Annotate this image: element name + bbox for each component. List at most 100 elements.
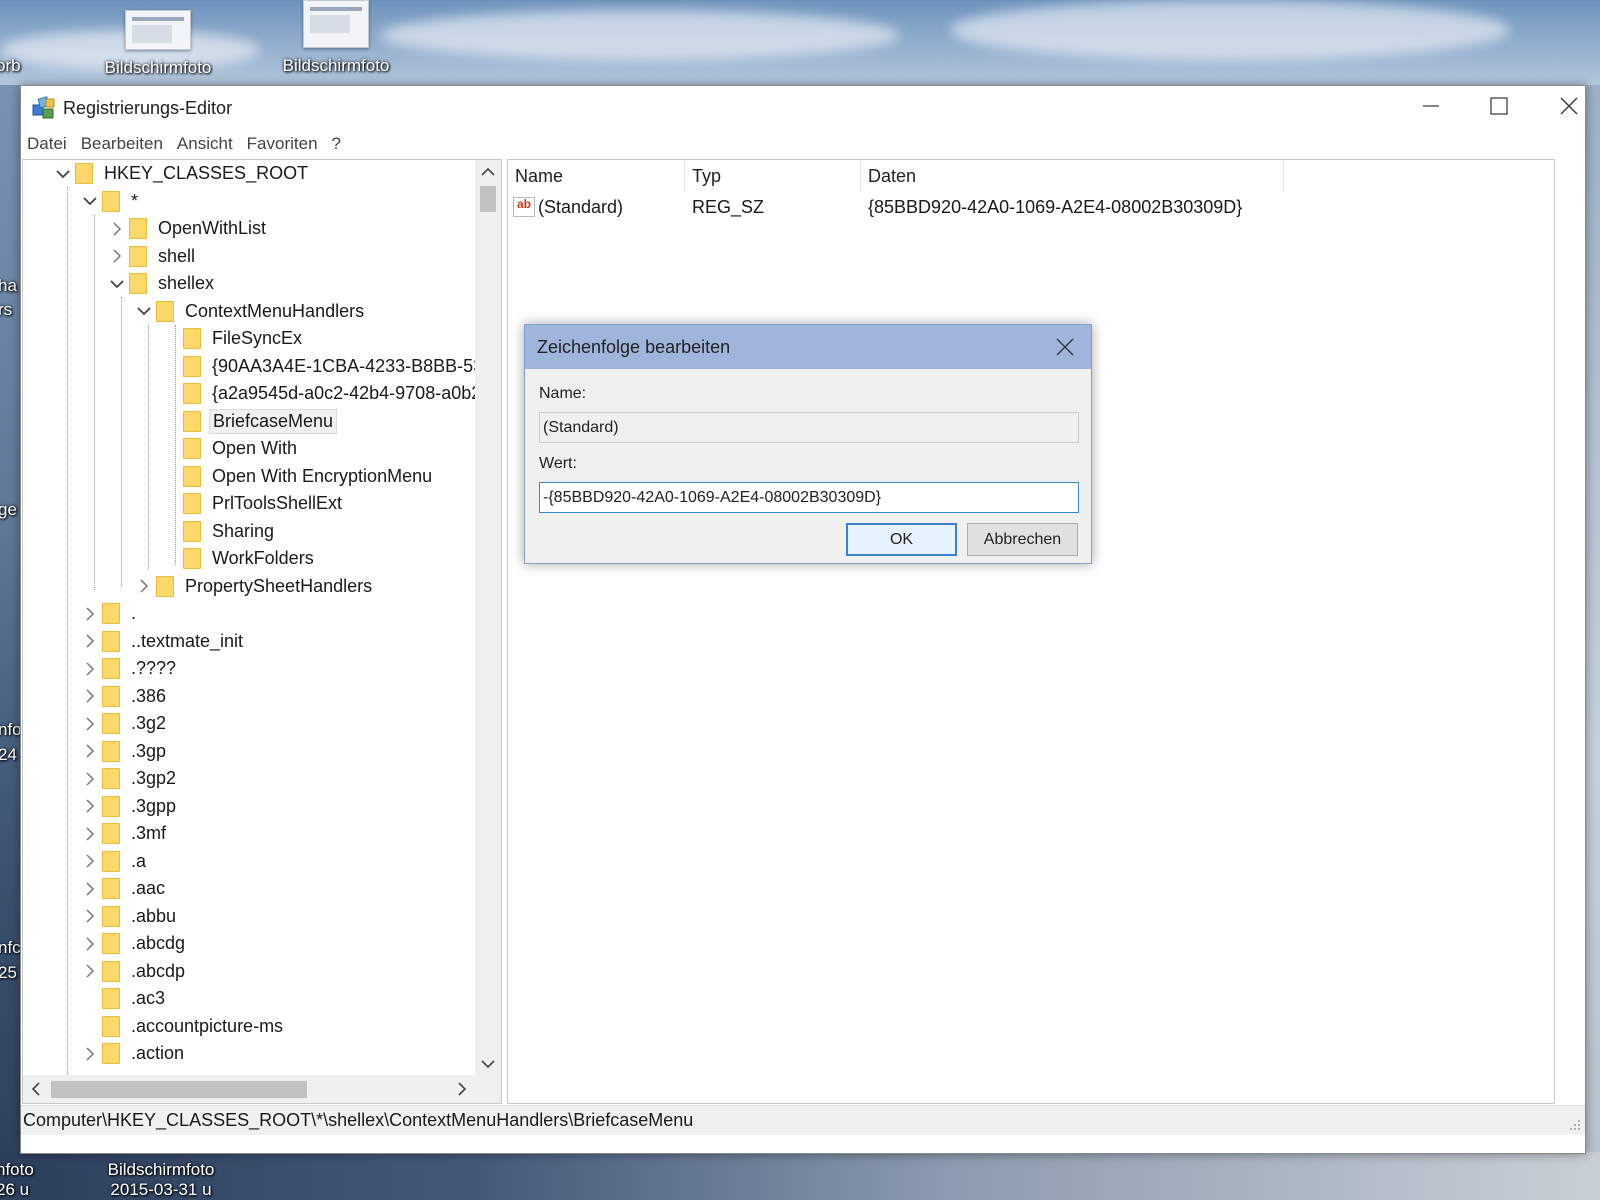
desktop-icon-sublabel: 26 u [0, 1180, 30, 1199]
tree-item[interactable]: {a2a9545d-a0c2-42b4-9708-a0b2 [159, 380, 475, 407]
column-header-data[interactable]: Daten [861, 160, 1284, 192]
chevron-down-icon[interactable] [51, 160, 75, 187]
tree-item[interactable]: .ac3 [78, 985, 168, 1012]
tree-item[interactable]: PropertySheetHandlers [132, 573, 375, 600]
tree-item[interactable]: .3g2 [78, 710, 169, 737]
desktop-icon-screenshot[interactable]: Bildschirmfoto [272, 0, 400, 76]
chevron-down-icon[interactable] [78, 188, 102, 215]
chevron-right-icon[interactable] [78, 710, 102, 737]
tree-item[interactable]: HKEY_CLASSES_ROOT [51, 160, 311, 187]
tree-item[interactable]: .abcdg [78, 930, 188, 957]
chevron-down-icon[interactable] [132, 298, 156, 325]
menu-file[interactable]: Datei [27, 134, 67, 154]
column-header-type[interactable]: Typ [685, 160, 861, 192]
title-bar[interactable]: Registrierungs-Editor [21, 86, 1585, 130]
chevron-right-icon[interactable] [78, 628, 102, 655]
chevron-right-icon[interactable] [105, 243, 129, 270]
tree-item[interactable]: Open With [159, 435, 300, 462]
tree-item[interactable]: PrlToolsShellExt [159, 490, 345, 517]
tree-item[interactable]: BriefcaseMenu [159, 408, 338, 435]
name-field[interactable]: (Standard) [539, 412, 1079, 443]
menu-edit[interactable]: Bearbeiten [81, 134, 163, 154]
tree-item[interactable]: shell [105, 243, 198, 270]
tree-item[interactable]: .abcdp [78, 958, 188, 985]
chevron-right-icon[interactable] [78, 683, 102, 710]
tree-item[interactable]: ContextMenuHandlers [132, 298, 367, 325]
maximize-button[interactable] [1465, 86, 1533, 126]
scroll-thumb[interactable] [480, 186, 496, 212]
tree-item[interactable]: Sharing [159, 518, 277, 545]
cancel-button[interactable]: Abbrechen [967, 523, 1078, 556]
chevron-right-icon[interactable] [132, 573, 156, 600]
dialog-title: Zeichenfolge bearbeiten [537, 337, 731, 357]
dialog-close-button[interactable] [1049, 331, 1081, 363]
tree-item[interactable]: .accountpicture-ms [78, 1013, 286, 1040]
close-button[interactable] [1535, 86, 1600, 126]
tree-item[interactable]: WorkFolders [159, 545, 317, 572]
tree-item-label: WorkFolders [212, 548, 314, 568]
tree-item[interactable]: shellex [105, 270, 217, 297]
chevron-right-icon[interactable] [78, 820, 102, 847]
chevron-right-icon[interactable] [78, 793, 102, 820]
scroll-thumb[interactable] [51, 1081, 307, 1098]
column-header-name[interactable]: Name [508, 160, 685, 192]
tree-vertical-scrollbar[interactable] [475, 160, 501, 1076]
desktop-icon-screenshot[interactable]: Bildschirmfoto 2015-03-31 u [96, 1160, 226, 1200]
tree-item-label: shell [158, 245, 196, 266]
chevron-right-icon[interactable] [78, 1040, 102, 1067]
tree-item[interactable]: . [78, 600, 139, 627]
chevron-right-icon[interactable] [78, 600, 102, 627]
minimize-button[interactable] [1397, 86, 1465, 126]
chevron-right-icon[interactable] [78, 655, 102, 682]
chevron-right-icon[interactable] [105, 215, 129, 242]
chevron-right-icon[interactable] [78, 930, 102, 957]
scroll-right-icon[interactable] [449, 1075, 475, 1103]
value-type: REG_SZ [692, 196, 765, 217]
scroll-up-icon[interactable] [475, 160, 501, 184]
tree-item[interactable]: .aac [78, 875, 168, 902]
tree-item[interactable]: .a [78, 848, 149, 875]
tree-item[interactable]: .3gpp [78, 793, 179, 820]
menu-help[interactable]: ? [332, 134, 341, 154]
menu-view[interactable]: Ansicht [177, 134, 233, 154]
resize-grip-icon[interactable] [1569, 1119, 1581, 1131]
folder-icon [102, 1043, 120, 1064]
tree-horizontal-scrollbar[interactable] [23, 1075, 475, 1103]
tree-item[interactable]: .action [78, 1040, 187, 1067]
chevron-right-icon[interactable] [78, 875, 102, 902]
value-data-input[interactable]: -{85BBD920-42A0-1069-A2E4-08002B30309D} [539, 482, 1079, 513]
tree-item[interactable]: Open With EncryptionMenu [159, 463, 435, 490]
chevron-right-icon[interactable] [78, 903, 102, 930]
tree-item[interactable]: .386 [78, 683, 169, 710]
folder-icon [183, 438, 201, 459]
chevron-right-icon[interactable] [78, 848, 102, 875]
tree-item[interactable]: .3mf [78, 820, 169, 847]
chevron-right-icon[interactable] [78, 958, 102, 985]
list-item[interactable]: ab (Standard) REG_SZ {85BBD920-42A0-1069… [508, 192, 1554, 222]
tree-item[interactable]: OpenWithList [105, 215, 269, 242]
dialog-title-bar[interactable]: Zeichenfolge bearbeiten [525, 325, 1091, 369]
tree-item[interactable]: .???? [78, 655, 179, 682]
value-name-cell: ab (Standard) [508, 197, 685, 218]
partial-label: rs [0, 300, 13, 319]
ok-button[interactable]: OK [846, 523, 957, 556]
tree-item[interactable]: ..textmate_init [78, 628, 246, 655]
tree-item-label: .ac3 [131, 988, 166, 1008]
tree-item[interactable]: .3gp [78, 738, 169, 765]
tree-item[interactable]: .3gp2 [78, 765, 179, 792]
name-label: Name: [539, 385, 587, 402]
tree-item[interactable]: * [78, 188, 141, 215]
chevron-right-icon[interactable] [78, 765, 102, 792]
tree-item[interactable]: {90AA3A4E-1CBA-4233-B8BB-535 [159, 353, 475, 380]
desktop-icon-screenshot[interactable]: nfoto 26 u [0, 1160, 34, 1200]
menu-favorites[interactable]: Favoriten [247, 134, 318, 154]
scroll-left-icon[interactable] [23, 1075, 49, 1103]
tree-item[interactable]: .abbu [78, 903, 179, 930]
desktop-icon-screenshot[interactable]: Bildschirmfoto [98, 10, 218, 78]
chevron-right-icon[interactable] [78, 738, 102, 765]
tree-item[interactable]: FileSyncEx [159, 325, 305, 352]
scroll-down-icon[interactable] [475, 1052, 501, 1076]
status-bar: Computer\HKEY_CLASSES_ROOT\*\shellex\Con… [21, 1105, 1585, 1135]
chevron-down-icon[interactable] [105, 270, 129, 297]
